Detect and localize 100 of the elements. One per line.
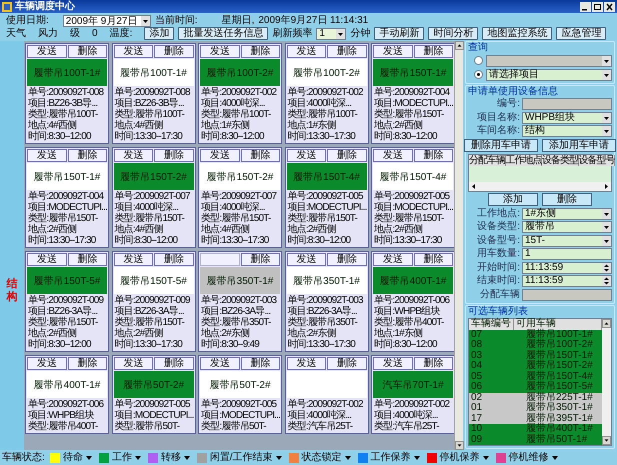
toolbar-button[interactable]: 批量发送任务信息 [178,27,268,40]
delete-button[interactable]: 删除 [414,253,453,266]
delete-button[interactable]: 删除 [240,45,280,58]
caret-icon[interactable] [552,456,558,460]
panel-button[interactable]: 删除 [542,193,592,206]
vehicle-row[interactable]: 02 履带吊225T-1# [469,392,602,403]
scrollbar[interactable] [454,41,463,450]
send-button[interactable]: 发送 [286,45,326,58]
delete-button[interactable]: 删除 [154,253,194,266]
vehicle-row[interactable]: 04 履带吊150T-2# [469,361,602,372]
caret-icon[interactable] [414,456,420,460]
vehicle-row[interactable]: 10 履带吊400T-1# [469,424,602,434]
combo-box[interactable]: 1#东侧 [522,208,612,220]
send-button[interactable]: 发送 [114,149,153,162]
delete-button[interactable]: 删除 [68,45,107,58]
scroll-down-icon[interactable] [455,441,464,450]
delete-button[interactable]: 删除 [154,149,194,162]
delete-button[interactable]: 删除 [240,149,280,162]
delete-button[interactable]: 删除 [327,45,366,58]
send-button[interactable]: 发送 [373,149,412,162]
combo-box[interactable]: 请选择项目 [486,68,612,80]
send-button[interactable]: 发送 [27,253,66,266]
date-picker[interactable]: 2009年 9月27日 [62,14,151,26]
scroll-down-icon[interactable] [602,436,611,445]
combo-box[interactable]: 结构 [522,125,612,138]
spin-arrows-icon[interactable] [602,276,611,286]
delete-button[interactable]: 删除 [327,357,366,370]
horizontal-scrollbar[interactable] [469,182,611,190]
send-button[interactable]: 发送 [373,357,412,370]
card-info-line: 单号:2009092T-005 [200,399,278,410]
spin-arrows-icon[interactable] [602,262,611,273]
caret-icon[interactable] [482,456,489,460]
delete-button[interactable]: 删除 [68,149,107,162]
delete-button[interactable]: 删除 [240,357,280,370]
close-icon[interactable] [604,2,615,12]
time-field[interactable]: 11:13:59 [522,275,612,288]
combo-box[interactable]: 15T- [522,234,612,247]
input-field[interactable]: 1 [522,248,612,260]
combo-box[interactable]: WHPB组块 [522,112,612,124]
panel-button[interactable]: 添加用车申请 [542,139,616,152]
delete-button[interactable]: 删除 [240,253,280,266]
card-info-line: 项目:BZ26-3B导... [27,98,98,109]
send-button[interactable]: 发送 [373,45,412,58]
delete-button[interactable]: 删除 [414,45,453,58]
toolbar-button[interactable]: 时间分析 [428,27,478,40]
send-button[interactable]: 发送 [286,149,326,162]
send-button[interactable]: 发送 [114,253,153,266]
list-scrollbar[interactable] [602,319,611,445]
delete-button[interactable]: 删除 [154,357,194,370]
delete-button[interactable]: 删除 [68,253,107,266]
send-button[interactable]: 发送 [27,357,66,370]
vehicle-row[interactable]: 07 履带吊100T-1# [469,330,602,340]
toolbar-button[interactable]: 添加 [144,27,174,40]
send-button[interactable]: 发送 [200,45,240,58]
caret-icon[interactable] [86,456,92,460]
send-button[interactable]: 发送 [373,253,412,266]
panel-button[interactable]: 添加 [488,193,538,206]
vehicle-row[interactable]: 05 履带吊150T-4# [469,372,602,382]
radio-button[interactable] [474,70,483,79]
caret-icon[interactable] [276,456,282,460]
card-info-line: 类型:汽车吊25T- [373,421,440,432]
delete-button[interactable]: 删除 [154,45,194,58]
radio-button[interactable] [474,56,483,65]
send-button[interactable]: 发送 [200,357,240,370]
panel-button[interactable]: 删除用车申请 [464,139,538,152]
combo-box[interactable]: 履带吊 [522,221,612,234]
vehicle-row[interactable]: 01 履带吊350T-1# [469,403,602,414]
toolbar-button[interactable]: 应急管理 [556,27,606,40]
vehicle-id: 06 [470,382,484,392]
send-button[interactable]: 发送 [286,357,326,370]
delete-button[interactable]: 删除 [68,357,107,370]
vehicle-row[interactable]: 06 履带吊150T-5# [469,382,602,392]
maximize-icon[interactable] [592,2,603,12]
vehicle-row[interactable]: 09 履带吊50T-1# [469,434,602,445]
delete-button[interactable]: 删除 [327,149,366,162]
delete-button[interactable]: 删除 [327,253,366,266]
scroll-up-icon[interactable] [602,319,611,328]
refresh-select[interactable]: 1 [316,28,346,40]
time-field[interactable]: 11:13:59 [522,262,612,274]
send-button[interactable]: 发送 [114,357,153,370]
caret-icon[interactable] [344,456,351,460]
vehicle-row[interactable]: 17 履带吊395T-1# [469,414,602,424]
delete-button[interactable]: 删除 [414,149,453,162]
toolbar-button[interactable]: 手动刷新 [374,27,424,40]
delete-button[interactable]: 删除 [414,357,453,370]
caret-icon[interactable] [134,456,141,460]
send-button[interactable]: 发送 [286,253,326,266]
send-button[interactable]: 发送 [27,45,66,58]
card-info-line: 地点:1#东侧 [373,328,424,339]
scroll-up-icon[interactable] [455,41,464,50]
status-label: 闲置/工作结束 [210,452,273,464]
card-info-line: 项目:MODECTUPI... [200,410,280,421]
toolbar-button[interactable]: 地图监控系统 [482,27,552,40]
send-button[interactable]: 发送 [200,149,240,162]
send-button[interactable]: 发送 [114,45,153,58]
caret-icon[interactable] [184,456,190,460]
vehicle-row[interactable]: 08 履带吊100T-2# [469,340,602,350]
vehicle-row[interactable]: 03 履带吊150T-1# [469,350,602,361]
send-button[interactable]: 发送 [27,149,66,162]
minimize-icon[interactable] [580,2,591,12]
